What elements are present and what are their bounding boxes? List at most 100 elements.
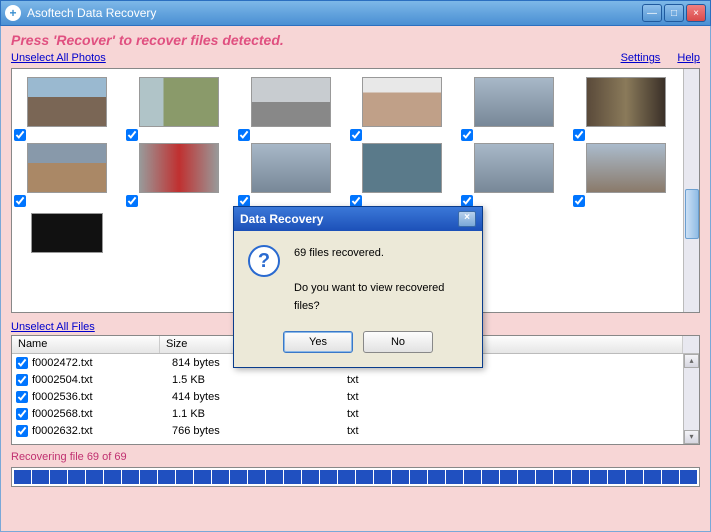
photo-thumbnail[interactable]	[352, 143, 454, 193]
cell-ext: txt	[347, 391, 699, 403]
dialog-line1: 69 files recovered.	[294, 245, 468, 263]
cell-name: f0002536.txt	[32, 391, 172, 403]
progress-segment	[68, 470, 85, 484]
window-buttons: — □ ×	[642, 4, 706, 22]
table-row[interactable]: f0002504.txt1.5 KBtxt	[12, 371, 699, 388]
progress-segment	[500, 470, 517, 484]
photo-checkbox[interactable]	[126, 195, 138, 207]
settings-link[interactable]: Settings	[621, 52, 661, 64]
progress-bar	[11, 467, 700, 487]
progress-segment	[680, 470, 697, 484]
progress-segment	[50, 470, 67, 484]
progress-segment	[86, 470, 103, 484]
file-checkbox[interactable]	[16, 425, 28, 437]
photo-thumbnail[interactable]	[16, 209, 118, 253]
progress-segment	[14, 470, 31, 484]
photo-checkbox[interactable]	[573, 195, 585, 207]
photo-thumbnail[interactable]	[352, 77, 454, 127]
photo-thumbnail[interactable]	[240, 143, 342, 193]
progress-segment	[320, 470, 337, 484]
dialog-titlebar: Data Recovery ×	[234, 207, 482, 231]
progress-segment	[104, 470, 121, 484]
unselect-all-photos-link[interactable]: Unselect All Photos	[11, 52, 106, 64]
progress-segment	[392, 470, 409, 484]
instruction-text: Press 'Recover' to recover files detecte…	[11, 32, 700, 48]
status-text: Recovering file 69 of 69	[11, 451, 700, 463]
photo-checkbox[interactable]	[461, 129, 473, 141]
cell-name: f0002568.txt	[32, 408, 172, 420]
col-name[interactable]: Name	[12, 336, 160, 353]
main-content: Press 'Recover' to recover files detecte…	[0, 26, 711, 532]
progress-segment	[176, 470, 193, 484]
progress-segment	[464, 470, 481, 484]
progress-segment	[590, 470, 607, 484]
cell-ext: txt	[347, 408, 699, 420]
progress-segment	[482, 470, 499, 484]
progress-segment	[572, 470, 589, 484]
minimize-button[interactable]: —	[642, 4, 662, 22]
progress-segment	[302, 470, 319, 484]
maximize-button[interactable]: □	[664, 4, 684, 22]
table-scrollbar[interactable]: ▴ ▾	[683, 354, 699, 444]
progress-segment	[374, 470, 391, 484]
progress-segment	[194, 470, 211, 484]
dialog-text: 69 files recovered. Do you want to view …	[294, 245, 468, 315]
unselect-all-files-link[interactable]: Unselect All Files	[11, 321, 95, 333]
top-link-row: Unselect All Photos Settings Help	[11, 52, 700, 64]
question-icon: ?	[248, 245, 280, 277]
progress-segment	[662, 470, 679, 484]
help-link[interactable]: Help	[677, 52, 700, 64]
photo-checkbox[interactable]	[238, 129, 250, 141]
progress-segment	[212, 470, 229, 484]
progress-segment	[554, 470, 571, 484]
photo-thumbnail[interactable]	[128, 143, 230, 193]
dialog-line2: Do you want to view recovered files?	[294, 280, 468, 315]
scroll-down-icon[interactable]: ▾	[684, 430, 699, 444]
file-checkbox[interactable]	[16, 374, 28, 386]
photo-thumbnail[interactable]	[240, 77, 342, 127]
photo-checkbox[interactable]	[350, 129, 362, 141]
table-row[interactable]: f0002632.txt766 bytestxt	[12, 422, 699, 439]
progress-segment	[428, 470, 445, 484]
close-button[interactable]: ×	[686, 4, 706, 22]
photo-checkbox[interactable]	[14, 129, 26, 141]
yes-button[interactable]: Yes	[283, 331, 353, 353]
photo-checkbox[interactable]	[126, 129, 138, 141]
progress-segment	[32, 470, 49, 484]
photo-thumbnail[interactable]	[16, 77, 118, 127]
dialog-close-button[interactable]: ×	[458, 211, 476, 227]
table-row[interactable]: f0002536.txt414 bytestxt	[12, 388, 699, 405]
no-button[interactable]: No	[363, 331, 433, 353]
progress-segment	[338, 470, 355, 484]
progress-segment	[518, 470, 535, 484]
photo-checkbox[interactable]	[573, 129, 585, 141]
cell-size: 766 bytes	[172, 425, 347, 437]
photo-thumbnail[interactable]	[575, 143, 677, 193]
photo-thumbnail[interactable]	[128, 77, 230, 127]
progress-segment	[608, 470, 625, 484]
cell-name: f0002472.txt	[32, 357, 172, 369]
photo-thumbnail[interactable]	[463, 143, 565, 193]
photo-scrollbar[interactable]	[683, 69, 699, 312]
table-row[interactable]: f0002568.txt1.1 KBtxt	[12, 405, 699, 422]
dialog-title: Data Recovery	[240, 212, 323, 226]
photo-thumbnail[interactable]	[463, 77, 565, 127]
photo-thumbnail[interactable]	[16, 143, 118, 193]
file-checkbox[interactable]	[16, 408, 28, 420]
cell-ext: txt	[347, 374, 699, 386]
photo-checkbox[interactable]	[14, 195, 26, 207]
cell-name: f0002504.txt	[32, 374, 172, 386]
progress-segment	[356, 470, 373, 484]
file-checkbox[interactable]	[16, 357, 28, 369]
recovery-dialog: Data Recovery × ? 69 files recovered. Do…	[233, 206, 483, 368]
cell-size: 1.5 KB	[172, 374, 347, 386]
cell-size: 414 bytes	[172, 391, 347, 403]
progress-segment	[230, 470, 247, 484]
col-scroll-spacer	[683, 336, 699, 353]
scroll-up-icon[interactable]: ▴	[684, 354, 699, 368]
progress-segment	[248, 470, 265, 484]
photo-thumbnail[interactable]	[575, 77, 677, 127]
file-checkbox[interactable]	[16, 391, 28, 403]
progress-segment	[140, 470, 157, 484]
progress-segment	[410, 470, 427, 484]
